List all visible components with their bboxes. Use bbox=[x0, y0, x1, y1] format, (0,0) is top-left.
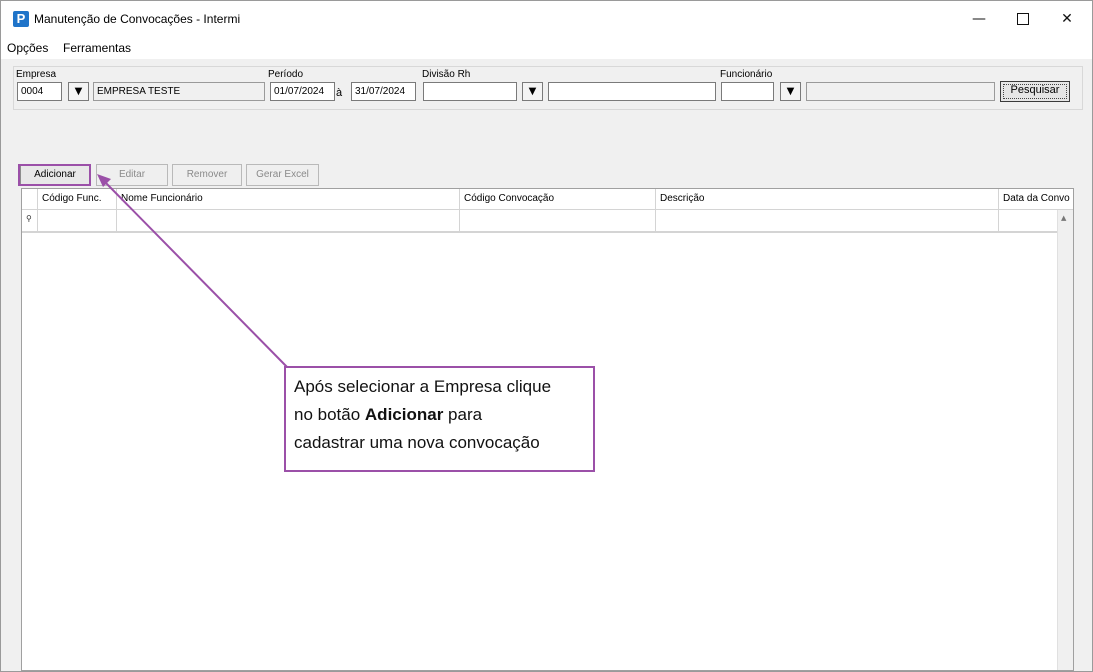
close-button[interactable]: ✕ bbox=[1044, 1, 1090, 37]
empresa-dropdown-button[interactable]: ▼ bbox=[68, 82, 89, 101]
filter-cell-codigo-convocacao[interactable] bbox=[460, 210, 656, 231]
grid-header: Código Func. Nome Funcionário Código Con… bbox=[22, 189, 1073, 210]
column-header-descricao[interactable]: Descrição bbox=[656, 189, 999, 209]
filter-panel: Empresa 0004 ▼ EMPRESA TESTE Período 01/… bbox=[13, 66, 1083, 110]
empresa-label: Empresa bbox=[16, 69, 57, 80]
menu-ferramentas[interactable]: Ferramentas bbox=[63, 41, 131, 55]
filter-cell-data-convocacao[interactable] bbox=[999, 210, 1060, 231]
column-header-data-convocacao[interactable]: Data da Convo bbox=[999, 189, 1073, 209]
filter-cell-descricao[interactable] bbox=[656, 210, 999, 231]
menu-bar: Opções Ferramentas bbox=[1, 37, 1092, 59]
funcionario-name-field bbox=[806, 82, 995, 101]
grid-filter-row[interactable]: ⚲ bbox=[22, 210, 1073, 233]
funcionario-code-input[interactable] bbox=[721, 82, 774, 101]
callout-line-2-pre: no botão bbox=[294, 405, 365, 424]
column-header-codigo-func[interactable]: Código Func. bbox=[38, 189, 117, 209]
periodo-separator: à bbox=[336, 87, 343, 99]
periodo-start-input[interactable]: 01/07/2024 bbox=[270, 82, 335, 101]
empresa-name-field: EMPRESA TESTE bbox=[93, 82, 265, 101]
divisao-name-field[interactable] bbox=[548, 82, 716, 101]
menu-opcoes[interactable]: Opções bbox=[7, 41, 48, 55]
callout-line-2: no botão Adicionar para bbox=[294, 401, 593, 429]
instruction-callout: Após selecionar a Empresa clique no botã… bbox=[284, 366, 595, 472]
app-logo-icon: P bbox=[13, 11, 29, 27]
empresa-code-input[interactable]: 0004 bbox=[17, 82, 62, 101]
periodo-label: Período bbox=[268, 69, 304, 80]
funcionario-dropdown-button[interactable]: ▼ bbox=[780, 82, 801, 101]
funcionario-label: Funcionário bbox=[720, 69, 773, 80]
search-button[interactable]: Pesquisar bbox=[1000, 81, 1070, 102]
row-indicator-header bbox=[22, 189, 38, 209]
divisao-label: Divisão Rh bbox=[422, 69, 471, 80]
maximize-icon bbox=[1017, 13, 1029, 25]
column-header-nome-funcionario[interactable]: Nome Funcionário bbox=[117, 189, 460, 209]
window-title: Manutenção de Convocações - Intermi bbox=[34, 12, 241, 26]
callout-line-2-post: para bbox=[443, 405, 483, 424]
filter-row-indicator: ⚲ bbox=[22, 210, 38, 231]
remove-button[interactable]: Remover bbox=[172, 164, 242, 186]
filter-cell-nome-funcionario[interactable] bbox=[117, 210, 460, 231]
divisao-code-input[interactable] bbox=[423, 82, 517, 101]
main-window: P Manutenção de Convocações - Intermi — … bbox=[0, 0, 1093, 672]
export-excel-button[interactable]: Gerar Excel bbox=[246, 164, 319, 186]
callout-line-1: Após selecionar a Empresa clique bbox=[294, 377, 552, 396]
callout-line-2-bold: Adicionar bbox=[364, 405, 444, 424]
divisao-dropdown-button[interactable]: ▼ bbox=[522, 82, 543, 101]
add-button[interactable]: Adicionar bbox=[20, 164, 90, 186]
edit-button[interactable]: Editar bbox=[96, 164, 168, 186]
column-header-codigo-convocacao[interactable]: Código Convocação bbox=[460, 189, 656, 209]
title-bar: P Manutenção de Convocações - Intermi — … bbox=[1, 1, 1092, 37]
scroll-up-icon[interactable]: ▲ bbox=[1061, 214, 1066, 222]
vertical-scrollbar[interactable]: ▲ bbox=[1057, 210, 1073, 670]
filter-icon: ⚲ bbox=[26, 214, 32, 223]
callout-line-3: cadastrar uma nova convocação bbox=[294, 433, 540, 452]
periodo-end-input[interactable]: 31/07/2024 bbox=[351, 82, 416, 101]
minimize-button[interactable]: — bbox=[956, 1, 1002, 37]
maximize-button[interactable] bbox=[1000, 1, 1046, 37]
filter-cell-codigo-func[interactable] bbox=[38, 210, 117, 231]
